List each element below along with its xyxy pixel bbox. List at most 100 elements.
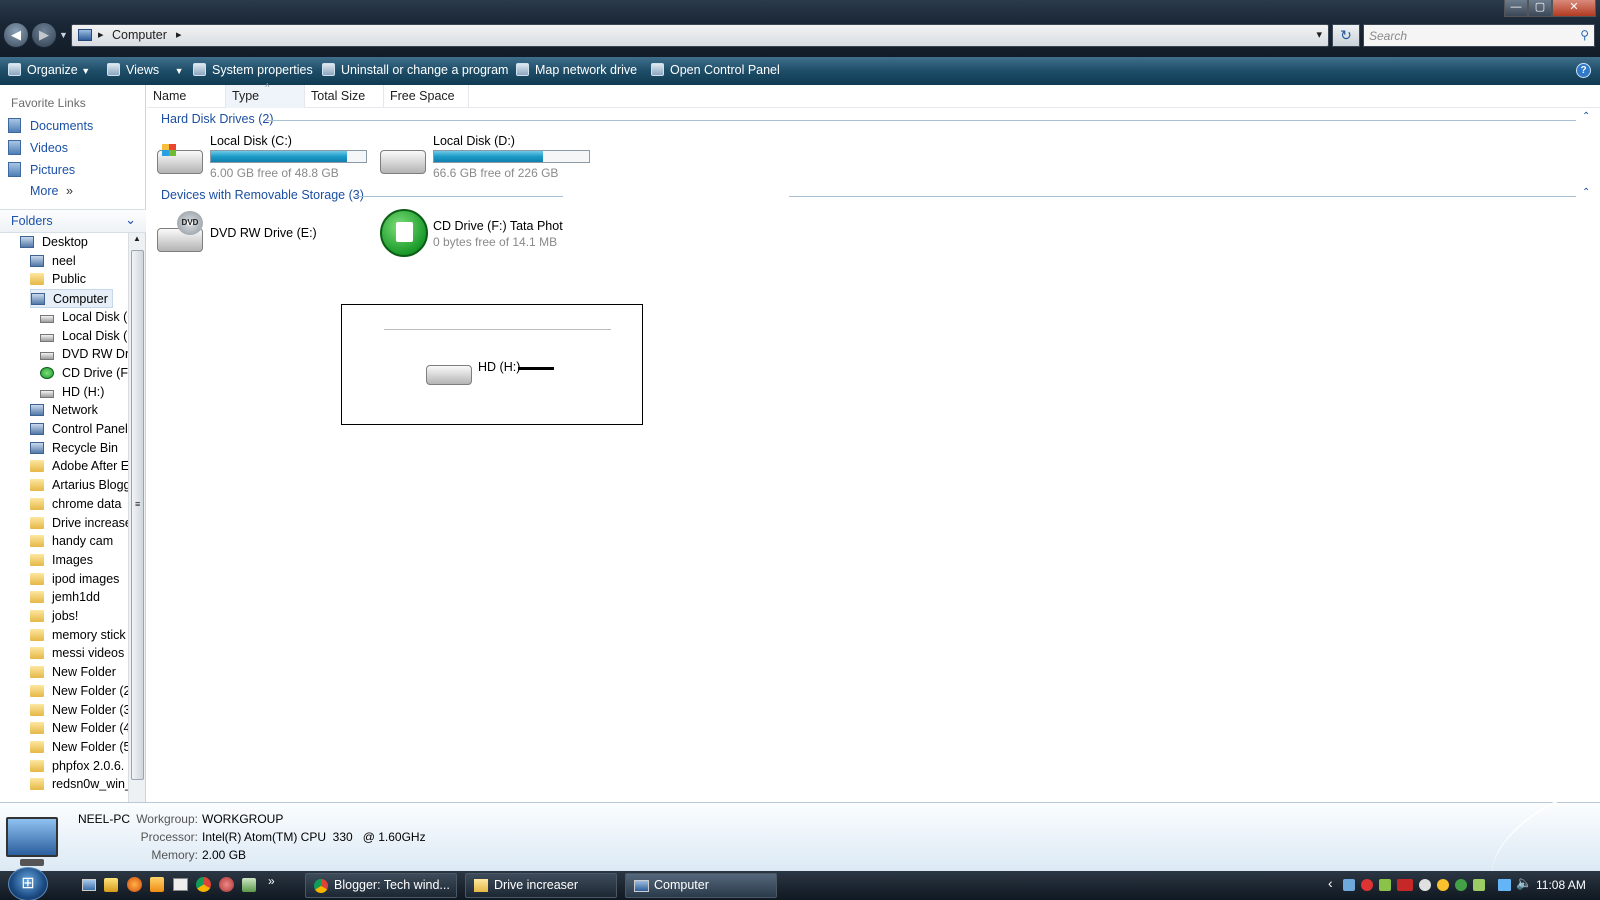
map-network-drive-button[interactable]: Map network drive [516, 63, 637, 77]
task-drive-increaser[interactable]: Drive increaser [465, 873, 617, 898]
volume-icon[interactable]: 🔈 [1516, 875, 1532, 891]
folder-tree-item[interactable]: New Folder (3) [30, 701, 128, 720]
folder-tree-item[interactable]: Artarius Blogg [30, 476, 128, 495]
folder-tree-item[interactable]: Local Disk (D [40, 327, 128, 346]
clock[interactable]: 11:08 AM [1536, 878, 1586, 892]
task-computer[interactable]: Computer [625, 873, 777, 898]
folder-tree-item[interactable]: New Folder (5) [30, 738, 128, 757]
tray-sync-icon[interactable] [1455, 879, 1467, 891]
start-button[interactable]: ⊞ [8, 867, 48, 900]
tray-app-icon[interactable] [1379, 879, 1391, 891]
column-free-space[interactable]: Free Space [384, 85, 469, 108]
folder-tree-item[interactable]: jemh1dd [30, 588, 100, 607]
folder-tree-item[interactable]: Drive increaser [30, 514, 128, 533]
tray-display-icon[interactable] [1498, 879, 1511, 891]
tray-security-icon[interactable] [1361, 879, 1373, 891]
system-properties-button[interactable]: System properties [193, 63, 313, 77]
collapse-group-icon[interactable]: ⌃ [1582, 187, 1590, 198]
folder-tree-item[interactable]: CD Drive (F:) [40, 364, 128, 383]
forward-button[interactable]: ▶ [31, 22, 57, 48]
show-hidden-icons-chevron[interactable]: ‹ [1328, 875, 1333, 891]
quick-launch-overflow-icon[interactable]: » [268, 874, 275, 888]
favorite-pictures[interactable]: Pictures [8, 162, 75, 177]
folder-tree-scrollbar[interactable]: ▲ ≡ ▼ [128, 233, 145, 888]
tray-wireless-icon[interactable] [1419, 879, 1431, 891]
uninstall-icon [322, 63, 335, 76]
group-removable-storage[interactable]: Devices with Removable Storage (3) [161, 188, 364, 202]
address-dropdown-icon[interactable]: ▾ [1316, 28, 1322, 41]
scroll-up-arrow[interactable]: ▲ [133, 234, 141, 243]
folder-tree-item[interactable]: Network [30, 401, 98, 420]
folder-tree-item[interactable]: phpfox 2.0.6. N [30, 757, 128, 776]
folder-tree-item[interactable]: handy cam [30, 532, 113, 551]
favorite-more[interactable]: More » [30, 184, 73, 198]
help-icon[interactable]: ? [1576, 63, 1591, 78]
address-bar[interactable]: ▸ Computer ▸ ▾ [71, 24, 1329, 47]
refresh-button[interactable]: ↻ [1332, 24, 1360, 47]
tray-ati-icon[interactable] [1397, 879, 1413, 891]
media-player-icon[interactable] [150, 877, 164, 892]
tray-network-icon[interactable] [1343, 879, 1355, 891]
column-total-size[interactable]: Total Size [305, 85, 384, 108]
folder-tree-item[interactable]: DVD RW Driv [40, 345, 128, 364]
folder-tree-item[interactable]: jobs! [30, 607, 78, 626]
address-location[interactable]: Computer [112, 28, 167, 42]
maximize-button[interactable]: ▢ [1528, 0, 1552, 17]
folder-tree-item[interactable]: Control Panel [30, 420, 128, 439]
search-input[interactable]: Search ⚲ [1363, 24, 1595, 47]
minimize-button[interactable]: — [1504, 0, 1528, 17]
folder-tree-item[interactable]: Recycle Bin [30, 439, 118, 458]
task-blogger[interactable]: Blogger: Tech wind... [305, 873, 457, 898]
collapse-group-icon[interactable]: ⌃ [1582, 111, 1590, 122]
close-button[interactable]: ✕ [1552, 0, 1596, 17]
folder-tree-label: Images [52, 552, 93, 567]
folder-tree-item[interactable]: Local Disk (C [40, 308, 128, 327]
address-root-chevron[interactable]: ▸ [98, 28, 104, 41]
folder-tree-item[interactable]: New Folder [30, 663, 116, 682]
app-icon-2[interactable] [242, 878, 256, 892]
folder-tree-label: New Folder [52, 665, 116, 680]
folder-tree-item[interactable]: Desktop [20, 233, 88, 252]
folder-tree-item[interactable]: neel [30, 252, 76, 271]
window-icon[interactable] [173, 878, 188, 891]
drag-preview-divider [384, 329, 611, 330]
open-control-panel-button[interactable]: Open Control Panel [651, 63, 780, 77]
folder-tree-item[interactable]: chrome data [30, 495, 121, 514]
favorite-videos[interactable]: Videos [8, 140, 68, 155]
folder-tree-item[interactable]: HD (H:) [40, 383, 104, 402]
network-icon [30, 404, 44, 417]
favorite-documents[interactable]: Documents [8, 118, 93, 133]
switch-windows-icon[interactable] [104, 878, 118, 892]
drive-h-drag-preview[interactable]: HD (H:) [341, 304, 643, 425]
group-hard-disk-drives[interactable]: Hard Disk Drives (2) [161, 112, 274, 126]
folder-tree-item[interactable]: ipod images [30, 570, 119, 589]
folder-tree-item[interactable]: Images [30, 551, 93, 570]
folders-header[interactable]: Folders ⌄ [0, 209, 146, 233]
views-button[interactable]: Views ▼ [107, 63, 184, 77]
folder-tree-item[interactable]: memory stick [30, 626, 126, 645]
scroll-thumb[interactable]: ≡ [131, 250, 144, 780]
folder-tree-item[interactable]: Adobe After Ef [30, 457, 128, 476]
folder-tree-item[interactable]: redsn0w_win_0 [30, 775, 128, 794]
address-chevron[interactable]: ▸ [176, 28, 182, 41]
organize-button[interactable]: Organize ▼ [8, 63, 90, 77]
folder-tree-item[interactable]: messi videos [30, 644, 124, 663]
app-icon[interactable] [219, 877, 234, 892]
show-desktop-icon[interactable] [82, 879, 96, 891]
uninstall-program-button[interactable]: Uninstall or change a program [322, 63, 508, 77]
column-name[interactable]: Name [147, 85, 226, 108]
folder-tree-item[interactable]: New Folder (4) [30, 719, 128, 738]
folder-icon [30, 722, 44, 735]
chrome-icon[interactable] [196, 877, 211, 892]
folder-tree-label: HD (H:) [62, 384, 105, 399]
tray-utility-icon[interactable] [1473, 879, 1485, 891]
folder-tree-item[interactable]: Computer [30, 289, 113, 309]
recent-pages-dropdown[interactable]: ▼ [59, 30, 68, 40]
folder-tree-item[interactable]: Public [30, 270, 86, 289]
tray-update-icon[interactable] [1437, 879, 1449, 891]
firefox-icon[interactable] [127, 877, 142, 892]
chevron-down-icon[interactable]: ⌄ [125, 212, 136, 228]
search-icon[interactable]: ⚲ [1580, 28, 1589, 42]
folder-tree-item[interactable]: New Folder (2) [30, 682, 128, 701]
back-button[interactable]: ◀ [3, 22, 29, 48]
